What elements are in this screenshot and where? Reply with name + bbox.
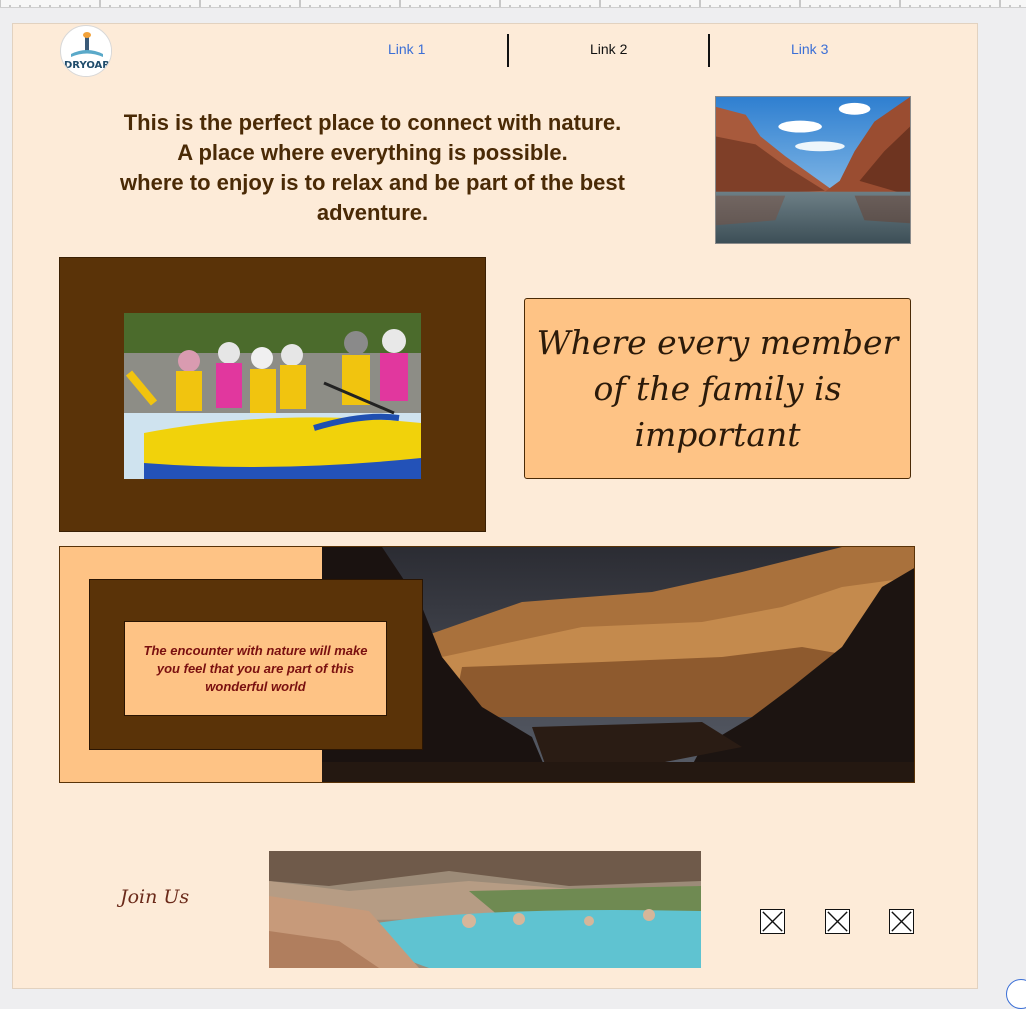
ruler-ticks — [0, 0, 1021, 7]
hero-text: This is the perfect place to connect wit… — [90, 108, 655, 228]
nav-link-1[interactable]: Link 1 — [388, 41, 425, 57]
broken-image-icon[interactable] — [760, 909, 785, 934]
hero-line-1: This is the perfect place to connect wit… — [123, 110, 622, 135]
encounter-quote-box: The encounter with nature will make you … — [124, 621, 387, 716]
family-text: Where every member of the family is impo… — [536, 322, 899, 454]
logo-text: DRYOAR — [64, 60, 110, 71]
hero-line-3: where to enjoy is to relax and be part o… — [120, 170, 625, 225]
nav-link-3[interactable]: Link 3 — [791, 41, 828, 57]
nav-link-2[interactable]: Link 2 — [590, 41, 627, 57]
dryoar-logo[interactable]: DRYOAR — [60, 25, 112, 77]
hero-line-2: A place where everything is possible. — [177, 140, 568, 165]
family-card: Where every member of the family is impo… — [524, 298, 911, 479]
nav-separator — [708, 34, 710, 67]
join-us-link[interactable]: Join Us — [120, 886, 189, 908]
oar-icon: DRYOAR — [62, 27, 111, 76]
rafting-family-photo — [124, 313, 421, 479]
canyon-river-photo — [715, 96, 911, 244]
broken-image-icon[interactable] — [889, 909, 914, 934]
turquoise-river-photo — [269, 851, 701, 968]
nav-separator — [507, 34, 509, 67]
encounter-text: The encounter with nature will make you … — [143, 642, 368, 694]
broken-image-icon[interactable] — [825, 909, 850, 934]
top-ruler — [0, 0, 1026, 8]
comment-button[interactable] — [1006, 979, 1026, 1009]
